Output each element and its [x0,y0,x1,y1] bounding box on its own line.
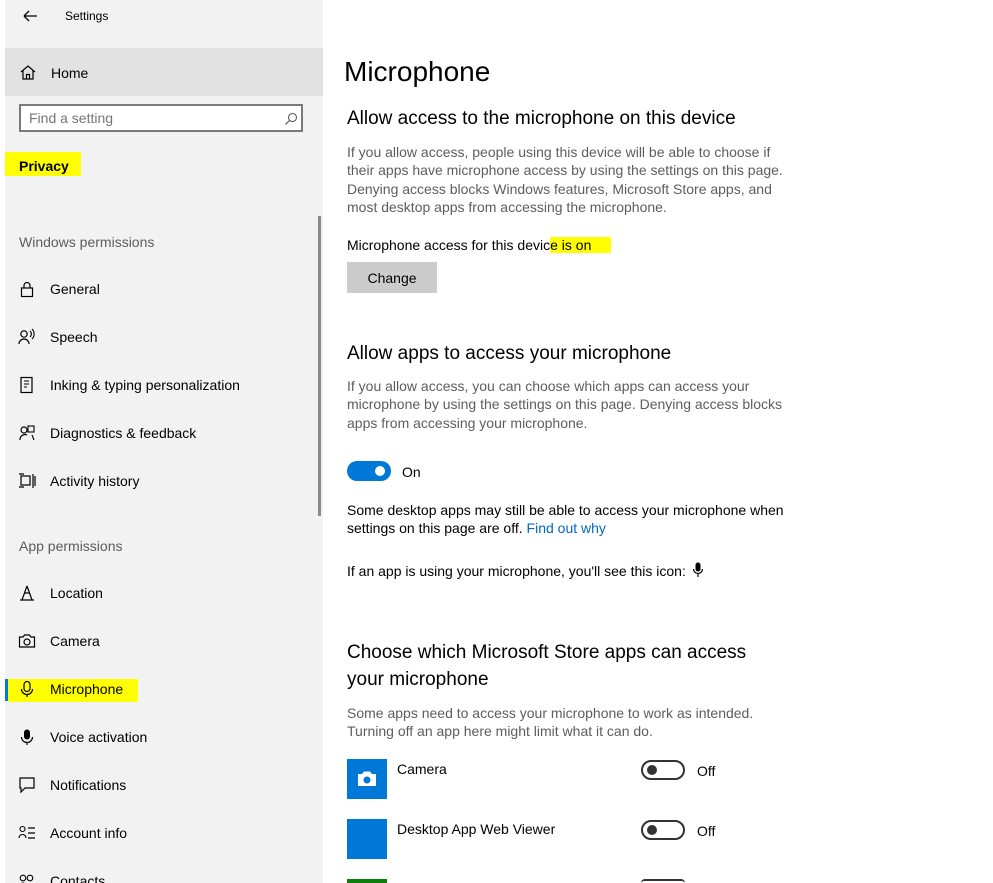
desktop-app-web-viewer-toggle[interactable] [641,820,685,840]
sidebar-item-inking[interactable]: Inking & typing personalization [5,366,323,406]
sidebar-item-account-info[interactable]: Account info [5,814,323,854]
sidebar-item-label: Inking & typing personalization [50,377,240,393]
notifications-icon [19,777,35,794]
location-icon [20,585,34,601]
sidebar-item-label: Contacts [50,873,106,883]
camera-app-icon [358,771,376,786]
camera-app-state: Off [697,763,716,779]
home-icon [20,65,36,80]
store-section-heading-line1: Choose which Microsoft Store apps can ac… [347,642,747,663]
store-section-heading-line2: your microphone [347,669,489,690]
next-app-tile [347,879,387,883]
speech-icon [18,328,35,345]
store-section-description: Some apps need to access your microphone… [347,705,754,740]
device-access-status-highlight-b: is on [557,237,612,253]
apps-access-toggle[interactable] [347,461,391,481]
find-out-why-link[interactable]: Find out why [527,520,606,536]
sidebar-item-general[interactable]: General [5,270,323,310]
change-button[interactable]: Change [347,262,437,293]
sidebar-item-location[interactable]: Location [5,574,323,614]
sidebar-item-label: Camera [50,633,100,649]
sidebar-item-speech[interactable]: Speech [5,318,323,358]
microphone-in-use-icon [692,562,704,577]
device-section-heading: Allow access to the microphone on this d… [347,108,736,129]
sidebar-item-voice-activation[interactable]: Voice activation [5,718,323,758]
sidebar-item-contacts[interactable]: Contacts [5,862,323,883]
apps-section-heading: Allow apps to access your microphone [347,343,672,364]
windows-permissions-heading: Windows permissions [19,234,155,250]
account-info-icon [18,825,35,839]
desktop-apps-note: Some desktop apps may still be able to a… [347,501,787,538]
sidebar-item-label: General [50,281,100,297]
category-title: Privacy [19,158,69,174]
contacts-icon [19,874,34,883]
mic-in-use-note: If an app is using your microphone, you'… [347,563,686,579]
diagnostics-icon [19,425,35,441]
sidebar-item-label: Diagnostics & feedback [50,425,197,441]
device-access-status: Microphone access for this device is on [347,237,612,253]
sidebar-item-label: Voice activation [50,729,148,745]
sidebar-item-label: Microphone [50,681,124,697]
sidebar-item-label: Notifications [50,777,127,793]
camera-app-toggle[interactable] [641,760,685,780]
device-section-description: If you allow access, people using this d… [347,144,783,216]
camera-app-tile [347,759,387,799]
sidebar-item-activity-history[interactable]: Activity history [5,462,323,502]
sidebar-item-label: Account info [50,825,128,841]
sidebar: Settings Home Privacy Windows permission… [5,0,323,883]
desktop-app-web-viewer-state: Off [697,823,716,839]
back-button[interactable] [17,6,41,26]
microphone-icon [20,680,34,697]
desktop-app-web-viewer-name: Desktop App Web Viewer [397,821,556,837]
toggle-knob [647,765,657,775]
search-icon[interactable] [284,112,298,126]
sidebar-item-notifications[interactable]: Notifications [5,766,323,806]
inking-icon [20,376,33,394]
apps-section-description: If you allow access, you can choose whic… [347,378,783,431]
page-title: Microphone [344,56,491,87]
apps-access-toggle-state: On [402,464,421,480]
device-access-status-prefix: Microphone access for this devic [347,237,551,253]
search-box[interactable] [19,104,303,132]
next-app-toggle[interactable] [641,879,685,883]
home-nav-item[interactable]: Home [5,48,323,96]
toggle-knob [375,466,385,476]
app-permissions-heading: App permissions [19,538,123,554]
voice-activation-icon [20,729,34,745]
window-title: Settings [65,9,109,23]
desktop-app-web-viewer-tile [347,819,387,859]
camera-icon [18,634,36,648]
sidebar-item-camera[interactable]: Camera [5,622,323,662]
sidebar-item-diagnostics[interactable]: Diagnostics & feedback [5,414,323,454]
back-arrow-icon [23,10,37,22]
toggle-knob [647,825,657,835]
sidebar-item-label: Location [50,585,103,601]
change-button-label: Change [367,270,417,286]
lock-icon [20,281,34,298]
activity-history-icon [19,473,36,488]
sidebar-item-label: Speech [50,329,98,345]
sidebar-item-microphone[interactable]: Microphone [5,670,323,710]
device-access-status-highlight-a: e [550,237,558,253]
camera-app-name: Camera [397,761,447,777]
home-label: Home [51,65,89,81]
search-input[interactable] [29,109,269,127]
sidebar-item-label: Activity history [50,473,140,489]
